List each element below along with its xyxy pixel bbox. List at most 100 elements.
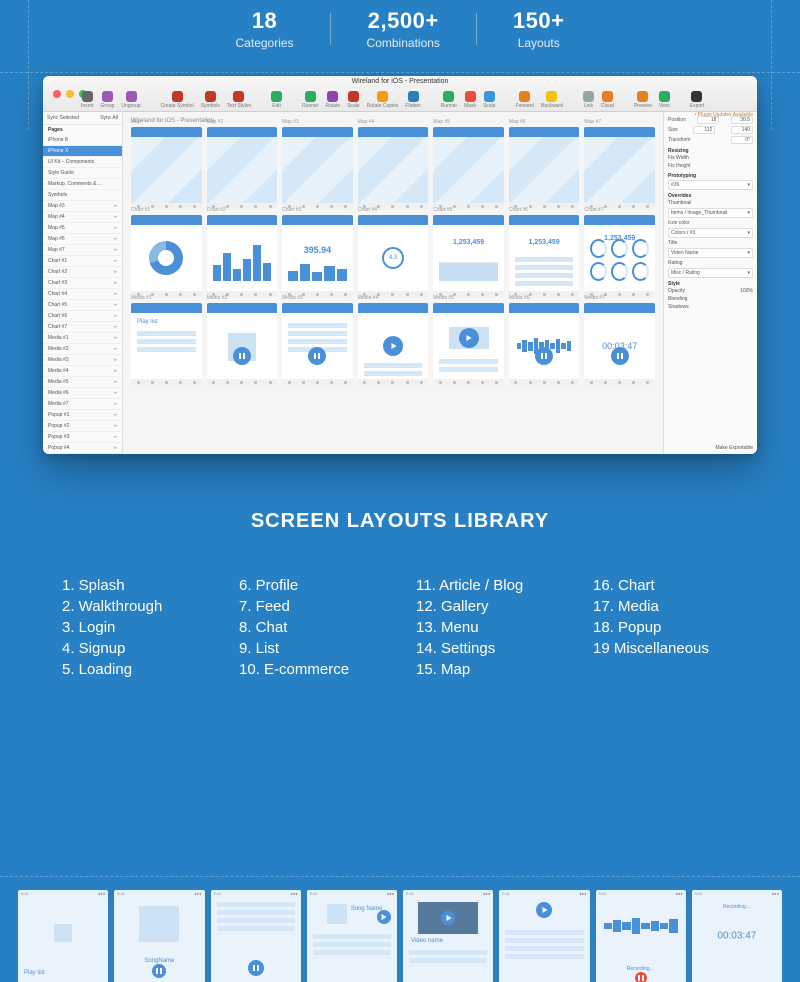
layer-item[interactable]: Popup #4▸ bbox=[43, 443, 122, 454]
toolbar-view[interactable]: View bbox=[659, 91, 670, 109]
proto-select[interactable]: #26▾ bbox=[668, 180, 753, 190]
layer-item[interactable]: Media #2▸ bbox=[43, 344, 122, 355]
toolbar-export[interactable]: Export bbox=[690, 91, 704, 109]
layer-item[interactable]: Media #4▸ bbox=[43, 366, 122, 377]
inspector-panel[interactable]: Position 18 30.5 Size 112 140 Transform0… bbox=[663, 112, 757, 454]
toolbar-create-symbol[interactable]: Create Symbol bbox=[161, 91, 194, 109]
canvas[interactable]: Wireland for iOS - Presentation MapMap #… bbox=[123, 112, 663, 454]
artboard[interactable] bbox=[584, 127, 655, 209]
toolbar-link[interactable]: Link bbox=[583, 91, 594, 109]
toolbar-symbols[interactable]: Symbols bbox=[201, 91, 220, 109]
page-item[interactable]: iPhone 8 bbox=[43, 135, 122, 146]
toolbar-rotate-copies[interactable]: Rotate Copies bbox=[367, 91, 399, 109]
override-item[interactable]: Rating bbox=[668, 259, 753, 267]
opacity-value[interactable]: 100% bbox=[740, 288, 753, 294]
artboard[interactable] bbox=[131, 127, 202, 209]
layer-item[interactable]: Chart #4▸ bbox=[43, 289, 122, 300]
override-item[interactable]: Icon color bbox=[668, 219, 753, 227]
page-item[interactable]: UI Kit – Components bbox=[43, 157, 122, 168]
fix-height[interactable]: Fix Height bbox=[668, 163, 691, 169]
layer-item[interactable]: Media #3▸ bbox=[43, 355, 122, 366]
toolbar-cloud[interactable]: Cloud bbox=[601, 91, 614, 109]
toolbar-forward[interactable]: Forward bbox=[516, 91, 534, 109]
layer-item[interactable]: Media #5▸ bbox=[43, 377, 122, 388]
layer-item[interactable]: Media #7▸ bbox=[43, 399, 122, 410]
page-item[interactable]: Markup, Comments &… bbox=[43, 179, 122, 190]
toolbar-edit[interactable]: Edit bbox=[271, 91, 282, 109]
sync-selected[interactable]: Sync Selected bbox=[47, 115, 79, 121]
layer-item[interactable]: Chart #2▸ bbox=[43, 267, 122, 278]
layer-item[interactable]: Chart #6▸ bbox=[43, 311, 122, 322]
layer-item[interactable]: Map #5▸ bbox=[43, 223, 122, 234]
artboard[interactable] bbox=[282, 127, 353, 209]
layer-item[interactable]: Map #6▸ bbox=[43, 234, 122, 245]
artboard[interactable] bbox=[509, 127, 580, 209]
artboard[interactable] bbox=[131, 215, 202, 297]
toolbar[interactable]: Insert Group Ungroup Create Symbol Symbols Te… bbox=[81, 91, 719, 109]
layer-item[interactable]: Chart #5▸ bbox=[43, 300, 122, 311]
artboard[interactable]: 1,253,459 bbox=[433, 215, 504, 297]
toolbar-insert[interactable]: Insert bbox=[81, 91, 94, 109]
artboard[interactable] bbox=[433, 127, 504, 209]
layer-item[interactable]: Media #1▸ bbox=[43, 333, 122, 344]
layers-panel[interactable]: Sync Selected Sync All Pages iPhone 8iPh… bbox=[43, 112, 123, 454]
toolbar-group[interactable]: Group bbox=[101, 91, 115, 109]
layer-item[interactable]: Chart #1▸ bbox=[43, 256, 122, 267]
toolbar-backward[interactable]: Backward bbox=[541, 91, 563, 109]
fix-width[interactable]: Fix Width bbox=[668, 155, 689, 161]
layer-item[interactable]: Popup #3▸ bbox=[43, 432, 122, 443]
plugin-banner[interactable]: • Plugin Updates Available bbox=[695, 112, 753, 118]
page-item[interactable]: Symbols bbox=[43, 190, 122, 201]
artboard[interactable] bbox=[207, 303, 278, 385]
toolbar-ungroup[interactable]: Ungroup bbox=[121, 91, 140, 109]
override-item[interactable]: Video Name▾ bbox=[668, 248, 753, 258]
artboard[interactable] bbox=[282, 303, 353, 385]
toolbar-flatten[interactable]: Flatten bbox=[405, 91, 420, 109]
toolbar-preview[interactable]: Preview bbox=[634, 91, 652, 109]
artboard[interactable] bbox=[207, 127, 278, 209]
layer-item[interactable]: Popup #2▸ bbox=[43, 421, 122, 432]
toolbar-rotate[interactable]: Rotate bbox=[325, 91, 340, 109]
titlebar[interactable]: Wireland for iOS - Presentation InsertGr… bbox=[43, 76, 757, 112]
artboard[interactable] bbox=[433, 303, 504, 385]
layer-item[interactable]: Map #7▸ bbox=[43, 245, 122, 256]
layer-item[interactable]: Media #6▸ bbox=[43, 388, 122, 399]
artboard[interactable] bbox=[358, 127, 429, 209]
override-item[interactable]: Title bbox=[668, 239, 753, 247]
make-exportable[interactable]: Make Exportable bbox=[715, 445, 753, 451]
layer-item[interactable]: Map #4▸ bbox=[43, 212, 122, 223]
toolbar-text-styles[interactable]: Text Styles bbox=[227, 91, 251, 109]
shadows-label[interactable]: Shadows bbox=[668, 304, 689, 310]
override-item[interactable]: Colors / #3▾ bbox=[668, 228, 753, 238]
artboard[interactable]: 1,253,459 bbox=[584, 215, 655, 297]
artboard[interactable]: 4.3 bbox=[358, 215, 429, 297]
layer-item[interactable]: Chart #3▸ bbox=[43, 278, 122, 289]
page-item[interactable]: iPhone X bbox=[43, 146, 122, 157]
toolbar-scale[interactable]: Scale bbox=[347, 91, 360, 109]
rotate[interactable]: 0° bbox=[731, 136, 753, 144]
artboard[interactable]: 395.94 bbox=[282, 215, 353, 297]
size-w[interactable]: 112 bbox=[693, 126, 715, 134]
close-icon[interactable] bbox=[53, 90, 61, 98]
toolbar-runner[interactable]: Runner bbox=[302, 91, 318, 109]
blending-label[interactable]: Blending bbox=[668, 296, 687, 302]
artboard[interactable]: Play list bbox=[131, 303, 202, 385]
override-item[interactable]: Misc / Rating▾ bbox=[668, 268, 753, 278]
toolbar-mask[interactable]: Mask bbox=[464, 91, 476, 109]
artboard[interactable] bbox=[207, 215, 278, 297]
artboard[interactable] bbox=[509, 303, 580, 385]
artboard[interactable] bbox=[358, 303, 429, 385]
size-h[interactable]: 140 bbox=[731, 126, 753, 134]
layer-item[interactable]: Chart #7▸ bbox=[43, 322, 122, 333]
artboard[interactable]: 00:03:47 bbox=[584, 303, 655, 385]
page-item[interactable]: Style Guide bbox=[43, 168, 122, 179]
artboard[interactable]: 1,253,459 bbox=[509, 215, 580, 297]
layer-item[interactable]: Popup #1▸ bbox=[43, 410, 122, 421]
layer-item[interactable]: Map #3▸ bbox=[43, 201, 122, 212]
override-item[interactable]: Thumbnail bbox=[668, 199, 753, 207]
toolbar-runner[interactable]: Runner bbox=[441, 91, 457, 109]
toolbar-scale[interactable]: Scale bbox=[483, 91, 496, 109]
minimize-icon[interactable] bbox=[66, 90, 74, 98]
override-item[interactable]: Items / Image_Thumbnail▾ bbox=[668, 208, 753, 218]
sync-all[interactable]: Sync All bbox=[100, 115, 118, 121]
